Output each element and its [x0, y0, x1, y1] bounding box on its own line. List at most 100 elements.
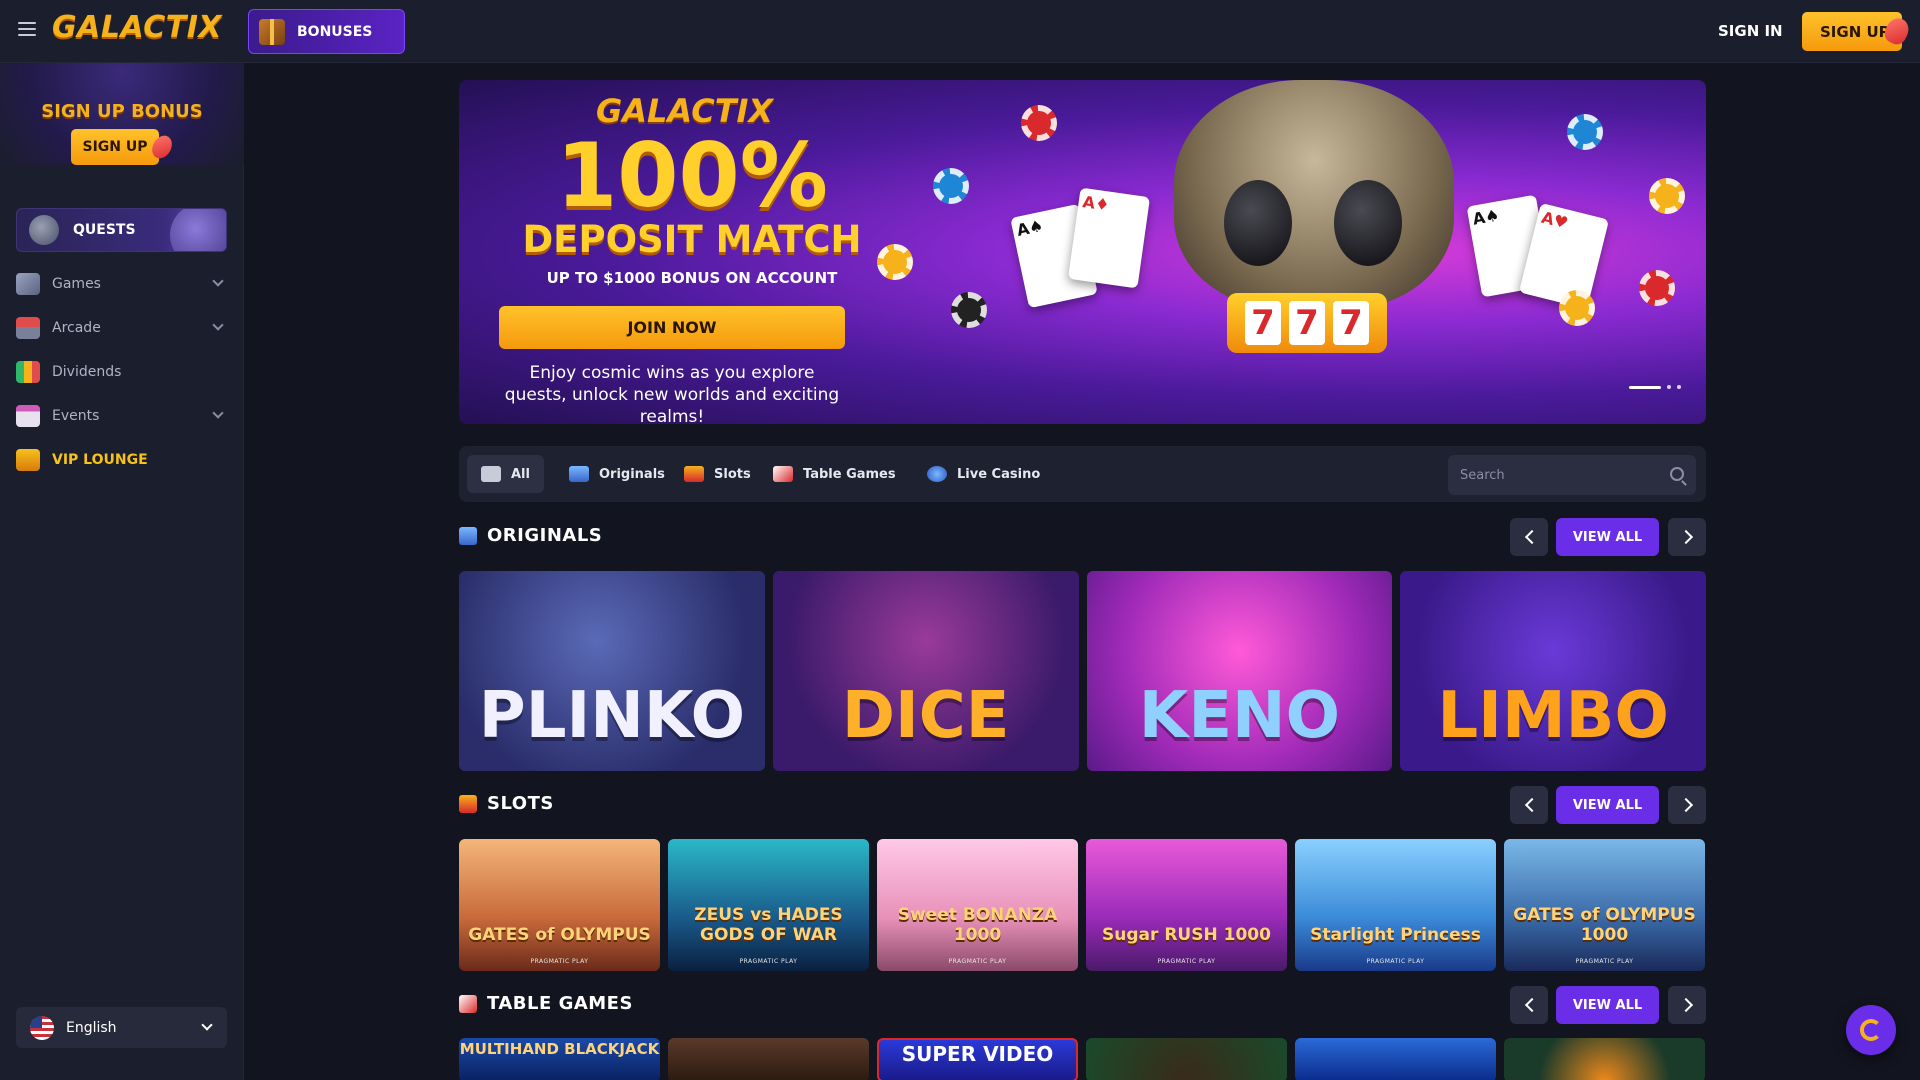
sign-in-button[interactable]: SIGN IN — [1718, 22, 1783, 40]
planet-icon — [170, 209, 226, 251]
chevron-right-icon[interactable] — [1668, 518, 1706, 556]
promo-sign-up-label: SIGN UP — [82, 139, 148, 155]
chevron-down-icon — [212, 319, 224, 331]
playing-card: A♦ — [1067, 187, 1151, 289]
slot-reels: 7 7 7 — [1227, 293, 1387, 353]
casino-chip-icon — [933, 168, 969, 204]
chevron-down-icon — [201, 1019, 213, 1031]
carousel-dot[interactable] — [1677, 385, 1681, 389]
tab-originals[interactable]: Originals — [555, 455, 679, 493]
game-title: PLINKO — [478, 679, 745, 753]
sidebar-item-label: Games — [52, 276, 101, 292]
tab-label: Slots — [714, 466, 751, 482]
chevron-right-icon[interactable] — [1668, 786, 1706, 824]
view-all-button[interactable]: VIEW ALL — [1556, 786, 1659, 824]
quests-button[interactable]: QUESTS — [16, 208, 227, 252]
game-tile-table[interactable] — [1086, 1038, 1287, 1080]
sidebar-item-label: Events — [52, 408, 100, 424]
language-selector[interactable]: English — [16, 1007, 227, 1048]
hero-headline: 100% — [556, 124, 828, 227]
sidebar-item-events[interactable]: Events — [16, 401, 228, 431]
menu-icon[interactable] — [18, 22, 36, 36]
search-input[interactable] — [1460, 467, 1660, 483]
house-icon — [459, 526, 477, 545]
logo[interactable]: GALACTIX — [52, 10, 222, 45]
game-title: LIMBO — [1437, 679, 1669, 753]
slot-digit: 7 — [1333, 301, 1369, 345]
tab-all[interactable]: All — [467, 455, 544, 493]
slot-digit: 7 — [1289, 301, 1325, 345]
game-tile-table[interactable]: MULTIHAND BLACKJACK — [459, 1038, 660, 1080]
game-tile-table[interactable]: SUPER VIDEO — [877, 1038, 1078, 1080]
bar-chart-icon — [16, 361, 40, 383]
calendar-icon — [16, 405, 40, 427]
game-tile-slot[interactable]: GATES of OLYMPUS PRAGMATIC PLAY — [459, 839, 660, 971]
cards-icon — [459, 994, 477, 1013]
search-box[interactable] — [1448, 455, 1696, 495]
slot-machine-icon — [459, 794, 477, 813]
slot-digit: 7 — [1245, 301, 1281, 345]
view-all-button[interactable]: VIEW ALL — [1556, 986, 1659, 1024]
sidebar-item-arcade[interactable]: Arcade — [16, 313, 228, 343]
game-tile-table[interactable] — [1504, 1038, 1705, 1080]
chevron-left-icon[interactable] — [1510, 518, 1548, 556]
section-title: TABLE GAMES — [487, 993, 633, 1014]
sidebar-item-games[interactable]: Games — [16, 269, 228, 299]
gamepad-icon — [481, 466, 501, 482]
house-icon — [569, 466, 589, 482]
game-tile-slot[interactable]: ZEUS vs HADES GODS OF WAR PRAGMATIC PLAY — [668, 839, 869, 971]
game-tile-dice[interactable]: DICE — [772, 571, 1079, 771]
casino-chip-icon — [1639, 270, 1675, 306]
tab-table-games[interactable]: Table Games — [759, 455, 910, 493]
carousel-dot[interactable] — [1629, 385, 1661, 389]
game-tile-slot[interactable]: Sweet BONANZA 1000 PRAGMATIC PLAY — [877, 839, 1078, 971]
game-title — [668, 1038, 869, 1040]
spaceship-icon — [29, 215, 59, 245]
sidebar-item-vip-lounge[interactable]: VIP LOUNGE — [16, 445, 228, 475]
game-tile-slot[interactable]: GATES of OLYMPUS 1000 PRAGMATIC PLAY — [1504, 839, 1705, 971]
game-title — [1504, 1038, 1705, 1040]
rocket-icon — [1881, 14, 1913, 48]
tab-slots[interactable]: Slots — [670, 455, 765, 493]
chevron-left-icon[interactable] — [1510, 786, 1548, 824]
tab-live-casino[interactable]: Live Casino — [913, 455, 1054, 493]
view-all-button[interactable]: VIEW ALL — [1556, 518, 1659, 556]
casino-chip-icon — [1559, 290, 1595, 326]
sidebar-item-dividends[interactable]: Dividends — [16, 357, 228, 387]
casino-chip-icon — [951, 292, 987, 328]
sign-up-button[interactable]: SIGN UP — [1802, 12, 1913, 51]
crown-icon — [16, 449, 40, 471]
hero-banner[interactable]: GALACTIX 100% DEPOSIT MATCH UP TO $1000 … — [459, 80, 1706, 424]
join-now-button[interactable]: JOIN NOW — [499, 306, 845, 349]
game-tile-slot[interactable]: Sugar RUSH 1000 PRAGMATIC PLAY — [1086, 839, 1287, 971]
originals-header: ORIGINALS VIEW ALL — [459, 516, 1706, 556]
carousel-indicator[interactable] — [1629, 385, 1681, 389]
us-flag-icon — [30, 1015, 54, 1040]
gamepad-icon — [16, 273, 40, 295]
game-tile-table[interactable] — [668, 1038, 869, 1080]
bonuses-button[interactable]: BONUSES — [248, 9, 405, 54]
hero-description: Enjoy cosmic wins as you explore quests,… — [504, 363, 840, 424]
chevron-right-icon[interactable] — [1668, 986, 1706, 1024]
sign-up-label: SIGN UP — [1820, 22, 1890, 41]
game-tile-plinko[interactable]: PLINKO — [459, 571, 765, 771]
provider-label: PRAGMATIC PLAY — [530, 958, 589, 965]
joystick-icon — [16, 317, 40, 339]
game-tile-slot[interactable]: Starlight Princess PRAGMATIC PLAY — [1295, 839, 1496, 971]
game-tile-keno[interactable]: KENO — [1086, 571, 1393, 771]
chevron-down-icon — [212, 275, 224, 287]
slots-row: GATES of OLYMPUS PRAGMATIC PLAY ZEUS vs … — [459, 839, 1706, 971]
language-label: English — [66, 1019, 117, 1036]
table-games-header: TABLE GAMES VIEW ALL — [459, 984, 1706, 1024]
game-tile-table[interactable] — [1295, 1038, 1496, 1080]
chevron-left-icon[interactable] — [1510, 986, 1548, 1024]
carousel-dot[interactable] — [1667, 385, 1671, 389]
game-tile-limbo[interactable]: LIMBO — [1400, 571, 1706, 771]
section-title: ORIGINALS — [487, 525, 603, 546]
support-chat-button[interactable] — [1846, 1005, 1896, 1055]
search-icon[interactable] — [1670, 467, 1684, 481]
signup-bonus-promo: SIGN UP BONUS SIGN UP — [0, 63, 244, 165]
tab-label: Table Games — [803, 466, 896, 482]
promo-sign-up-button[interactable]: SIGN UP — [71, 129, 176, 165]
game-title — [1295, 1038, 1496, 1040]
